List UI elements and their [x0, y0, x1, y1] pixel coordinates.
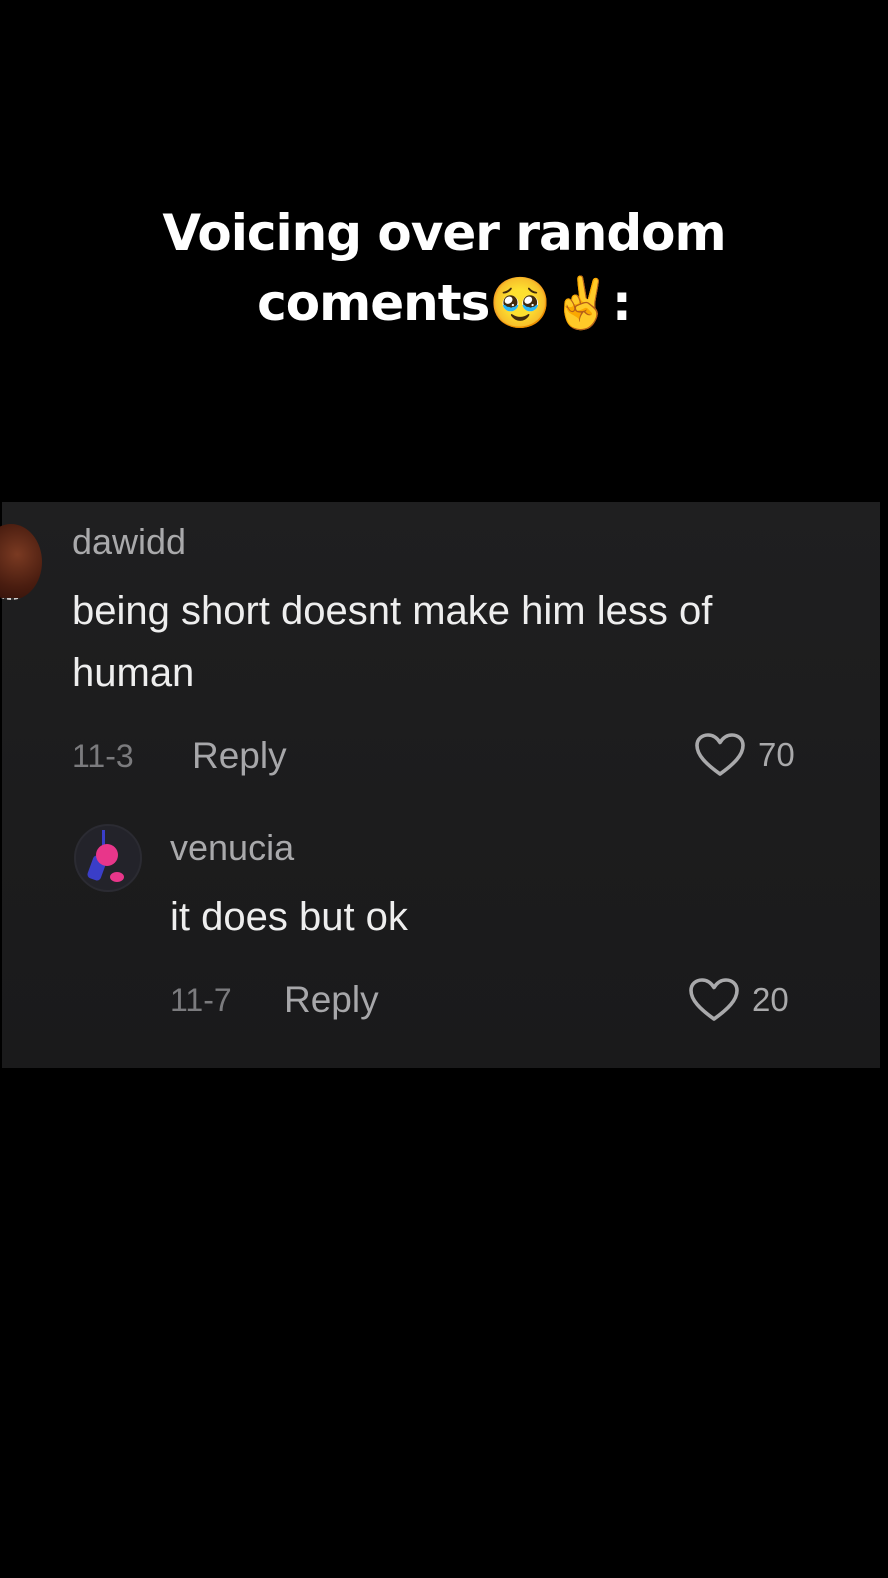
comments-panel: dawidd being short doesnt make him less … [0, 502, 880, 1068]
like-count: 20 [752, 981, 789, 1018]
avatar-detail [110, 872, 124, 882]
reply-button[interactable]: Reply [284, 980, 379, 1020]
heart-outline-icon [694, 732, 746, 778]
like-button[interactable]: 20 [688, 977, 789, 1023]
comment-text-line-2: human [72, 651, 195, 695]
caption-line-1: Voicing over random [162, 204, 726, 262]
avatar-venucia[interactable] [74, 824, 142, 892]
comment-text-line-1: being short doesnt make him less of [72, 589, 713, 633]
reply-username[interactable]: venucia [170, 828, 294, 868]
like-count: 70 [758, 736, 795, 773]
avatar-detail [96, 844, 118, 866]
caption-line-2: coments🥹✌️: [257, 274, 632, 332]
reply-text: it does but ok [170, 895, 408, 939]
reply-date: 11-7 [170, 982, 232, 1018]
comment-username[interactable]: dawidd [72, 522, 186, 562]
reply-button[interactable]: Reply [192, 736, 287, 776]
avatar-detail [0, 598, 40, 600]
heart-outline-icon [688, 977, 740, 1023]
like-button[interactable]: 70 [694, 732, 795, 778]
comment-date: 11-3 [72, 738, 134, 774]
avatar-dawidd[interactable] [0, 524, 42, 600]
video-frame: Voicing over random coments🥹✌️: dawidd b… [0, 0, 888, 1578]
video-caption: Voicing over random coments🥹✌️: [0, 198, 888, 338]
